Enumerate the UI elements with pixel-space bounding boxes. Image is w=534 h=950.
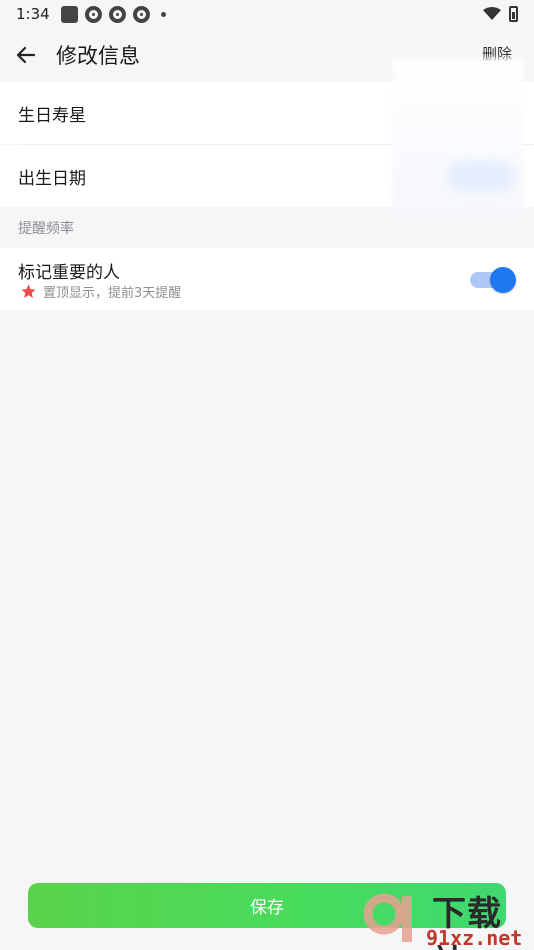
star-icon bbox=[21, 284, 36, 298]
birthday-person-label: 生日寿星 bbox=[18, 105, 86, 126]
ring-app-icon bbox=[132, 5, 150, 23]
watermark: 下载站 91xz.net bbox=[360, 884, 534, 950]
page-title: 修改信息 bbox=[56, 44, 140, 68]
back-button[interactable] bbox=[4, 33, 48, 77]
square-notification-icon bbox=[60, 5, 78, 23]
back-arrow-icon bbox=[16, 46, 36, 64]
toggle-knob bbox=[490, 267, 516, 293]
important-person-row: 标记重要的人 置顶显示，提前3天提醒 bbox=[0, 248, 534, 310]
dot-icon bbox=[160, 11, 166, 17]
watermark-url: 91xz.net bbox=[426, 926, 523, 950]
important-hint-text: 置顶显示，提前3天提醒 bbox=[43, 286, 182, 301]
status-time: 1:34 bbox=[16, 5, 50, 23]
important-person-hint: 置顶显示，提前3天提醒 bbox=[20, 282, 181, 301]
watermark-logo-icon bbox=[363, 893, 412, 942]
status-bar: 1:34 bbox=[0, 0, 534, 28]
important-person-label: 标记重要的人 bbox=[18, 263, 120, 283]
blurred-region bbox=[446, 160, 516, 192]
ring-app-icon bbox=[108, 5, 126, 23]
ring-app-icon bbox=[84, 5, 102, 23]
important-toggle[interactable] bbox=[470, 265, 516, 293]
battery-icon bbox=[509, 6, 518, 22]
birth-date-label: 出生日期 bbox=[18, 168, 86, 189]
reminder-section-title: 提醒频率 bbox=[18, 221, 74, 237]
wifi-icon bbox=[483, 7, 501, 20]
